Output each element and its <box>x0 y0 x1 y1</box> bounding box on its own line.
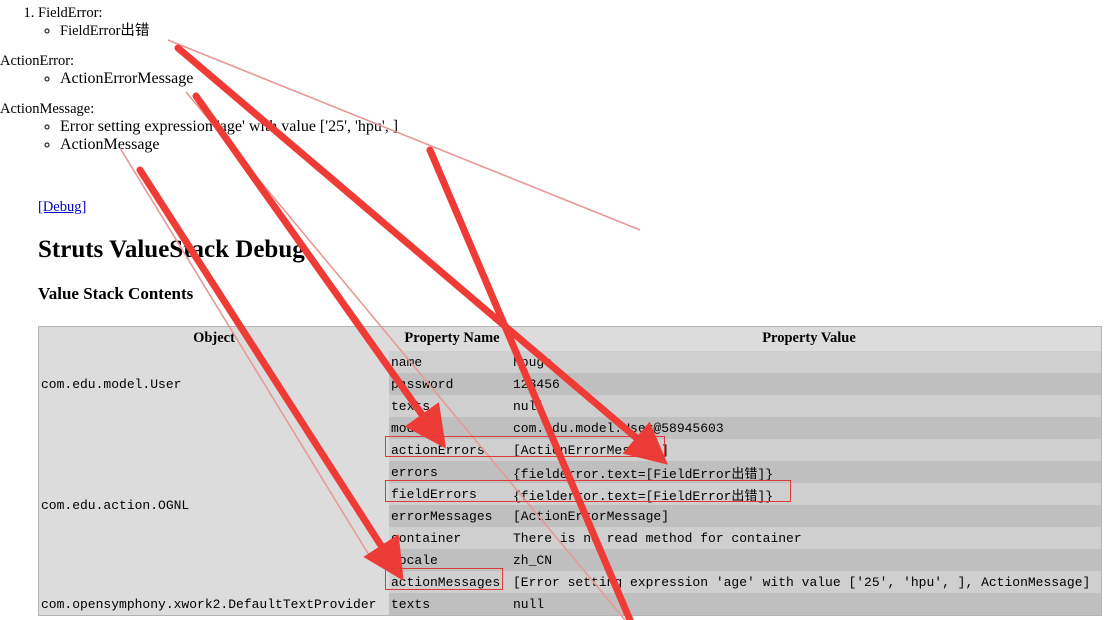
property-value-actionErrors: [ActionErrorMessage] <box>511 439 1102 461</box>
property-value-container: There is no read method for container <box>511 527 1102 549</box>
messages-block: FieldError: FieldError出错 ActionError: Ac… <box>0 0 1100 154</box>
table-row: com.opensymphony.xwork2.DefaultTextProvi… <box>38 593 1102 616</box>
column-header-object: Object <box>38 326 389 351</box>
table-header-row: Object Property Name Property Value <box>38 326 1102 351</box>
table-row: com.edu.action.OGNL model com.edu.model.… <box>38 417 1102 593</box>
property-name-container: container <box>389 527 511 549</box>
action-message-item-expression: Error setting expression 'age' with valu… <box>60 118 1100 136</box>
property-name-texts: texts <box>389 395 511 417</box>
object-name-ognl: com.edu.action.OGNL <box>38 417 389 593</box>
property-name-password: password <box>389 373 511 395</box>
property-value-texts-provider: null <box>511 593 1102 616</box>
table-head: Object Property Name Property Value <box>38 326 1102 351</box>
property-value-name: hpugs <box>511 351 1102 373</box>
property-name-actionErrors: actionErrors <box>389 439 511 461</box>
property-name-texts-provider: texts <box>389 593 511 616</box>
field-error-label: FieldError: <box>38 5 103 21</box>
property-name-errors: errors <box>389 461 511 483</box>
property-name-model: model <box>389 417 511 439</box>
column-header-property-name: Property Name <box>389 326 511 351</box>
section-title-value-stack-contents: Value Stack Contents <box>38 284 194 303</box>
property-name-errorMessages: errorMessages <box>389 505 511 527</box>
action-error-label: ActionError: <box>0 53 75 69</box>
property-name-actionMessages: actionMessages <box>389 571 511 593</box>
action-error-sublist: ActionErrorMessage <box>0 70 1100 88</box>
property-value-fieldErrors: {fielderror.text=[FieldError出错]} <box>511 483 1102 505</box>
object-name-user: com.edu.model.User <box>38 351 389 417</box>
field-error-message: FieldError出错 <box>60 22 1100 40</box>
property-value-texts: null <box>511 395 1102 417</box>
action-error-message: ActionErrorMessage <box>60 70 1100 88</box>
property-value-model: com.edu.model.User@58945603 <box>511 417 1102 439</box>
property-name-name: name <box>389 351 511 373</box>
field-error-sublist: FieldError出错 <box>38 22 1100 40</box>
property-value-locale: zh_CN <box>511 549 1102 571</box>
property-value-actionMessages: [Error setting expression 'age' with val… <box>511 571 1102 593</box>
property-name-fieldErrors: fieldErrors <box>389 483 511 505</box>
action-message-sublist: Error setting expression 'age' with valu… <box>0 118 1100 154</box>
table-row: com.edu.model.User name hpugs <box>38 351 1102 417</box>
action-message-item-plain: ActionMessage <box>60 136 1100 154</box>
property-value-errors: {fielderror.text=[FieldError出错]} <box>511 461 1102 483</box>
table-body: com.edu.model.User name hpugs password 1… <box>38 351 1102 616</box>
field-error-item: FieldError: FieldError出错 <box>38 4 1100 40</box>
property-name-locale: locale <box>389 549 511 571</box>
property-value-password: 123456 <box>511 373 1102 395</box>
field-error-list: FieldError: FieldError出错 <box>0 4 1100 40</box>
column-header-property-value: Property Value <box>511 326 1102 351</box>
page-title: Struts ValueStack Debug <box>38 236 305 263</box>
property-value-errorMessages: [ActionErrorMessage] <box>511 505 1102 527</box>
action-message-label: ActionMessage: <box>0 101 95 117</box>
value-stack-table: Object Property Name Property Value com.… <box>38 326 1102 616</box>
object-name-default-text-provider: com.opensymphony.xwork2.DefaultTextProvi… <box>38 593 389 616</box>
debug-link[interactable]: [Debug] <box>38 199 86 216</box>
